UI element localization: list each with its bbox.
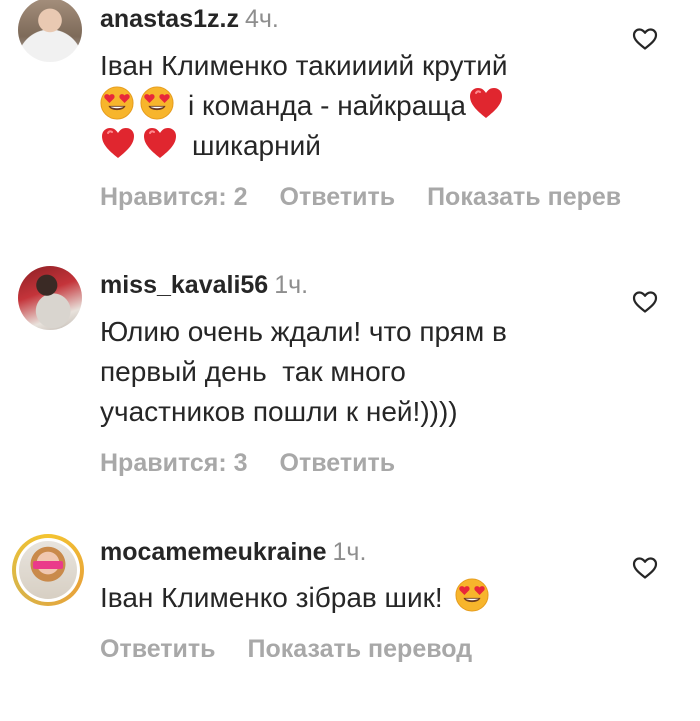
username[interactable]: miss_kavali56 bbox=[100, 271, 268, 299]
comment-header: mocamemeukraine 1ч. bbox=[100, 537, 366, 567]
avatar[interactable] bbox=[18, 266, 82, 330]
comment-text: Іван Клименко зібрав шик! bbox=[100, 578, 495, 618]
username[interactable]: anastas1z.z bbox=[100, 5, 239, 33]
reply-button[interactable]: Ответить bbox=[280, 449, 396, 477]
likes-count-button[interactable]: Нравится: 3 bbox=[100, 449, 248, 477]
comment-line: первый день так много bbox=[100, 356, 406, 387]
red-heart-emoji bbox=[142, 126, 178, 160]
comment-actions: Нравится: 2 Ответить Показать перев bbox=[100, 182, 653, 212]
like-heart-icon[interactable] bbox=[632, 556, 658, 580]
like-heart-icon[interactable] bbox=[632, 27, 658, 51]
translate-button[interactable]: Показать перев bbox=[427, 183, 621, 211]
avatar-story-ring[interactable] bbox=[12, 534, 84, 606]
like-heart-icon[interactable] bbox=[632, 290, 658, 314]
likes-count-button[interactable]: Нравится: 2 bbox=[100, 183, 248, 211]
comment-line-2: і команда - найкраща bbox=[100, 86, 510, 126]
comment-line: участников пошли к ней!)))) bbox=[100, 396, 458, 427]
reply-button[interactable]: Ответить bbox=[100, 635, 216, 663]
comment-text: Іван Клименко такиииий крутий і команда … bbox=[100, 46, 510, 166]
comment-line: Іван Клименко зібрав шик! bbox=[100, 582, 443, 613]
avatar bbox=[19, 541, 77, 599]
avatar[interactable] bbox=[18, 0, 82, 62]
timestamp: 4ч. bbox=[244, 5, 279, 33]
username[interactable]: mocamemeukraine bbox=[100, 538, 327, 566]
timestamp: 1ч. bbox=[274, 271, 309, 299]
timestamp: 1ч. bbox=[332, 538, 367, 566]
comment-header: anastas1z.z 4ч. bbox=[100, 4, 279, 34]
comment-line: Юлию очень ждали! что прям в bbox=[100, 316, 507, 347]
comment-line-1: Іван Клименко зібрав шик! bbox=[100, 578, 495, 618]
red-heart-emoji bbox=[468, 86, 504, 120]
red-heart-emoji bbox=[100, 126, 136, 160]
smiling-face-heart-eyes-emoji bbox=[140, 86, 174, 120]
comment-text: Юлию очень ждали! что прям в первый день… bbox=[100, 312, 507, 432]
smiling-face-heart-eyes-emoji bbox=[455, 578, 489, 612]
smiling-face-heart-eyes-emoji bbox=[100, 86, 134, 120]
comment-actions: Нравится: 3 Ответить bbox=[100, 448, 427, 478]
translate-button[interactable]: Показать перевод bbox=[248, 635, 473, 663]
comment-line: і команда - найкраща bbox=[188, 90, 466, 121]
comment-line: шикарний bbox=[192, 130, 321, 161]
comment-actions: Ответить Показать перевод bbox=[100, 634, 504, 664]
comment-line: Іван Клименко такиииий крутий bbox=[100, 50, 508, 81]
comment-header: miss_kavali56 1ч. bbox=[100, 270, 308, 300]
reply-button[interactable]: Ответить bbox=[280, 183, 396, 211]
comment-line-3: шикарний bbox=[100, 126, 510, 166]
